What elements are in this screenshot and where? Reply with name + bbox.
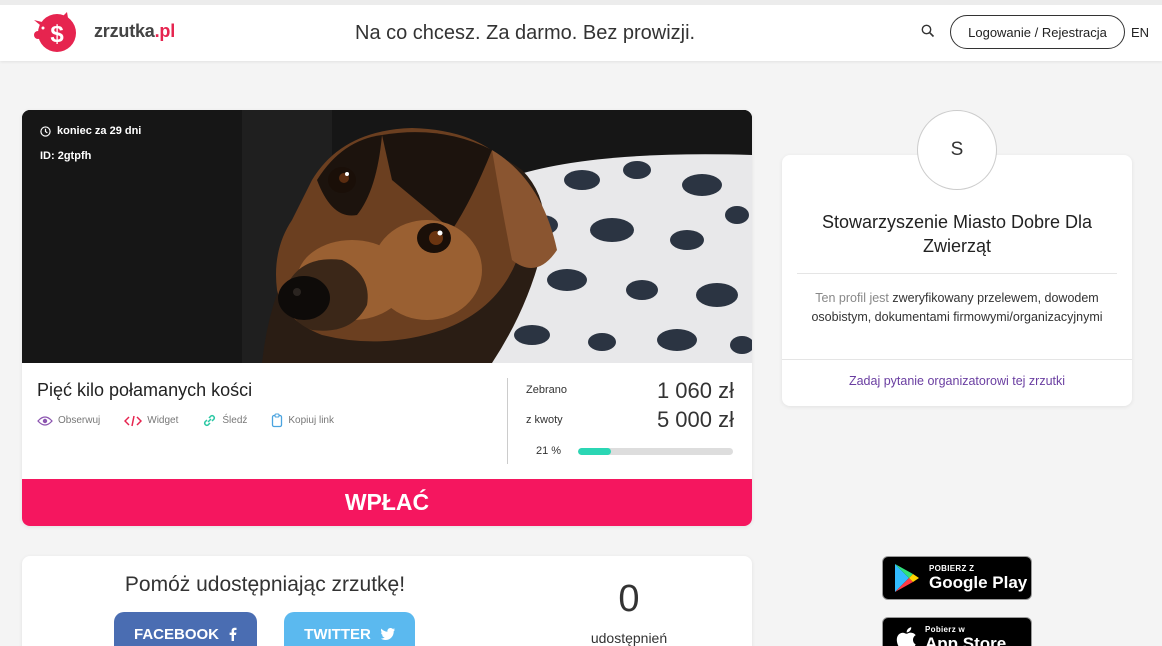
raised-label: Zebrano	[526, 384, 567, 396]
twitter-share-button[interactable]: TWITTER	[284, 612, 415, 646]
piggy-logo-icon: $	[30, 11, 78, 52]
search-icon[interactable]	[921, 24, 937, 40]
twitter-label: TWITTER	[304, 625, 371, 643]
track-action[interactable]: Śledź	[202, 413, 247, 428]
google-play-small: POBIERZ Z	[929, 564, 975, 573]
donate-button[interactable]: WPŁAĆ	[22, 479, 752, 526]
clipboard-icon	[272, 413, 283, 428]
organizer-divider-bottom	[782, 359, 1132, 360]
top-header: $ zrzutka.pl Na co chcesz. Za darmo. Bez…	[0, 0, 1162, 61]
track-label: Śledź	[222, 415, 248, 426]
ask-organizer-link[interactable]: Zadaj pytanie organizatorowi tej zrzutki	[782, 374, 1132, 388]
language-switch[interactable]: EN	[1131, 25, 1149, 40]
deadline-text: koniec za 29 dni	[57, 125, 142, 137]
follow-action[interactable]: Obserwuj	[37, 413, 100, 428]
campaign-id: ID: 2gtpfh	[40, 150, 92, 162]
header-tagline: Na co chcesz. Za darmo. Bez prowizji.	[355, 22, 696, 44]
twitter-icon	[380, 628, 395, 640]
code-icon	[124, 415, 143, 426]
stats-divider	[507, 378, 508, 464]
progress-percent: 21 %	[536, 445, 562, 457]
progress-bar-fill	[578, 448, 611, 455]
copy-link-action[interactable]: Kopiuj link	[271, 413, 334, 428]
organizer-divider-top	[797, 273, 1117, 274]
link-icon	[204, 414, 216, 427]
site-logo[interactable]: $ zrzutka.pl	[30, 11, 176, 52]
organizer-verified-note: Ten profil jest zweryfikowany przelewem,…	[782, 289, 1132, 326]
google-play-text: POBIERZ Z Google Play	[929, 564, 1027, 592]
app-store-small: Pobierz w	[925, 625, 966, 634]
campaign-photo[interactable]: koniec za 29 dni ID: 2gtpfh	[22, 110, 752, 363]
app-store-badge[interactable]: Pobierz w App Store	[882, 617, 1032, 646]
progress-bar	[578, 448, 733, 455]
verified-prefix: Ten profil jest	[815, 291, 889, 305]
raised-amount: 1 060 zł	[656, 378, 734, 403]
logo-text: zrzutka.pl	[94, 20, 176, 41]
share-count: 0	[618, 578, 640, 620]
login-register-button[interactable]: Logowanie / Rejestracja	[950, 15, 1125, 49]
campaign-card: koniec za 29 dni ID: 2gtpfh Pięć kilo po…	[22, 110, 752, 526]
organizer-avatar[interactable]: S	[917, 110, 997, 190]
campaign-meta: koniec za 29 dni ID: 2gtpfh	[40, 124, 141, 174]
clock-icon	[40, 125, 51, 137]
apple-icon	[896, 627, 916, 646]
share-count-label: udostępnień	[590, 630, 668, 646]
goal-label: z kwoty	[526, 414, 563, 426]
eye-icon	[37, 415, 53, 426]
facebook-share-button[interactable]: FACEBOOK	[114, 612, 257, 646]
organizer-name[interactable]: Stowarzyszenie Miasto Dobre Dla Zwierząt	[782, 210, 1132, 258]
campaign-actions: Obserwuj Widget Śledź Kopiuj link	[37, 413, 358, 428]
app-store-big: App Store	[925, 634, 1007, 646]
facebook-label: FACEBOOK	[133, 625, 219, 643]
copy-link-label: Kopiuj link	[288, 415, 334, 426]
campaign-title: Pięć kilo połamanych kości	[37, 380, 253, 400]
svg-text:$: $	[50, 21, 64, 48]
widget-label: Widget	[147, 415, 179, 426]
google-play-icon	[895, 564, 919, 592]
share-card: Pomóż udostępniając zrzutkę! FACEBOOK TW…	[22, 556, 752, 646]
organizer-card: Stowarzyszenie Miasto Dobre Dla Zwierząt…	[782, 155, 1132, 406]
follow-label: Obserwuj	[58, 415, 101, 426]
share-title: Pomóż udostępniając zrzutkę!	[124, 573, 406, 596]
goal-amount: 5 000 zł	[656, 407, 734, 432]
google-play-big: Google Play	[929, 573, 1028, 592]
app-store-text: Pobierz w App Store	[925, 625, 1006, 646]
facebook-icon	[229, 627, 237, 641]
campaign-id-row: ID: 2gtpfh	[40, 149, 141, 163]
google-play-badge[interactable]: POBIERZ Z Google Play	[882, 556, 1032, 600]
widget-action[interactable]: Widget	[124, 413, 178, 428]
deadline-row: koniec za 29 dni	[40, 124, 141, 138]
